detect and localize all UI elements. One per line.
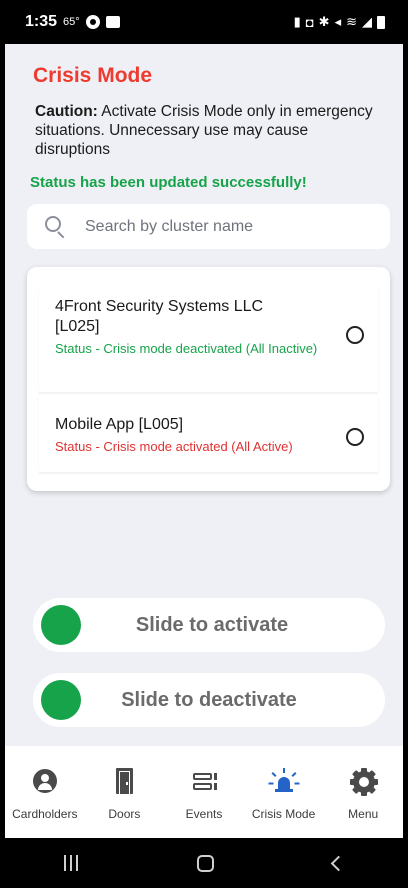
- nav-cardholders[interactable]: Cardholders: [6, 768, 84, 821]
- deactivate-slider[interactable]: Slide to deactivate: [33, 673, 385, 727]
- nav-events[interactable]: Events: [165, 768, 243, 821]
- activate-slider-handle[interactable]: [41, 605, 81, 645]
- deactivate-slider-label: Slide to deactivate: [121, 688, 297, 711]
- cluster-item[interactable]: Mobile App [L005] Status - Crisis mode a…: [39, 395, 378, 473]
- bluetooth-icon: ✱: [318, 14, 330, 29]
- cluster-status: Status - Crisis mode deactivated (All In…: [55, 341, 318, 356]
- gear-icon: [348, 768, 379, 796]
- cluster-item[interactable]: 4Front Security Systems LLC [L025] Statu…: [39, 285, 378, 393]
- cluster-status: Status - Crisis mode activated (All Acti…: [55, 439, 293, 454]
- clock: 1:35: [25, 13, 58, 30]
- dot-icon: [85, 15, 100, 29]
- home-icon[interactable]: [196, 854, 214, 872]
- app-screen: 1:35 65° ▮ ◘ ✱ ◂ ≋ ◢ Crisis Mode Caution…: [5, 0, 403, 888]
- cluster-list-card: 4Front Security Systems LLC [L025] Statu…: [27, 267, 390, 491]
- battery-saver-icon: ▮: [293, 14, 301, 29]
- nav-menu[interactable]: Menu: [324, 768, 402, 821]
- nfc-icon: ◘: [305, 14, 314, 30]
- door-icon: [109, 768, 139, 796]
- page-title: Crisis Mode: [33, 64, 153, 87]
- mute-icon: ◂: [334, 14, 342, 29]
- back-icon[interactable]: [330, 855, 346, 871]
- activate-slider[interactable]: Slide to activate: [33, 598, 385, 652]
- bottom-nav: Cardholders Doors Events Crisis Mode Men…: [5, 746, 403, 838]
- nav-label: Cardholders: [12, 807, 78, 821]
- nav-label: Crisis Mode: [251, 807, 316, 821]
- wifi-icon: ≋: [346, 14, 357, 29]
- person-circle-icon: [30, 768, 60, 796]
- recents-icon[interactable]: [64, 855, 79, 871]
- caution-text: Caution: Activate Crisis Mode only in em…: [35, 102, 375, 159]
- nav-label: Doors: [108, 807, 141, 821]
- cluster-radio[interactable]: [346, 326, 364, 344]
- cluster-name: 4Front Security Systems LLC [L025]: [55, 298, 264, 335]
- battery-icon: [377, 15, 385, 29]
- temperature: 65°: [63, 16, 80, 28]
- nav-crisis-mode[interactable]: Crisis Mode: [245, 768, 323, 821]
- gallery-icon: [105, 16, 120, 28]
- activate-slider-label: Slide to activate: [135, 613, 289, 636]
- search-icon: [45, 215, 67, 238]
- deactivate-slider-handle[interactable]: [41, 680, 81, 720]
- search-bar[interactable]: [27, 204, 390, 249]
- signal-icon: ◢: [362, 14, 372, 29]
- nav-label: Menu: [348, 807, 379, 821]
- siren-icon: [268, 768, 300, 796]
- nav-label: Events: [185, 807, 223, 821]
- cluster-name: Mobile App [L005]: [55, 416, 184, 433]
- search-input[interactable]: [85, 217, 365, 236]
- status-bar: 1:35 65° ▮ ◘ ✱ ◂ ≋ ◢: [5, 0, 403, 44]
- nav-doors[interactable]: Doors: [85, 768, 163, 821]
- events-icon: [189, 768, 219, 796]
- cluster-radio[interactable]: [346, 428, 364, 446]
- success-message: Status has been updated successfully!: [30, 174, 307, 191]
- system-nav-bar: [5, 838, 403, 888]
- caution-label: Caution:: [35, 103, 98, 120]
